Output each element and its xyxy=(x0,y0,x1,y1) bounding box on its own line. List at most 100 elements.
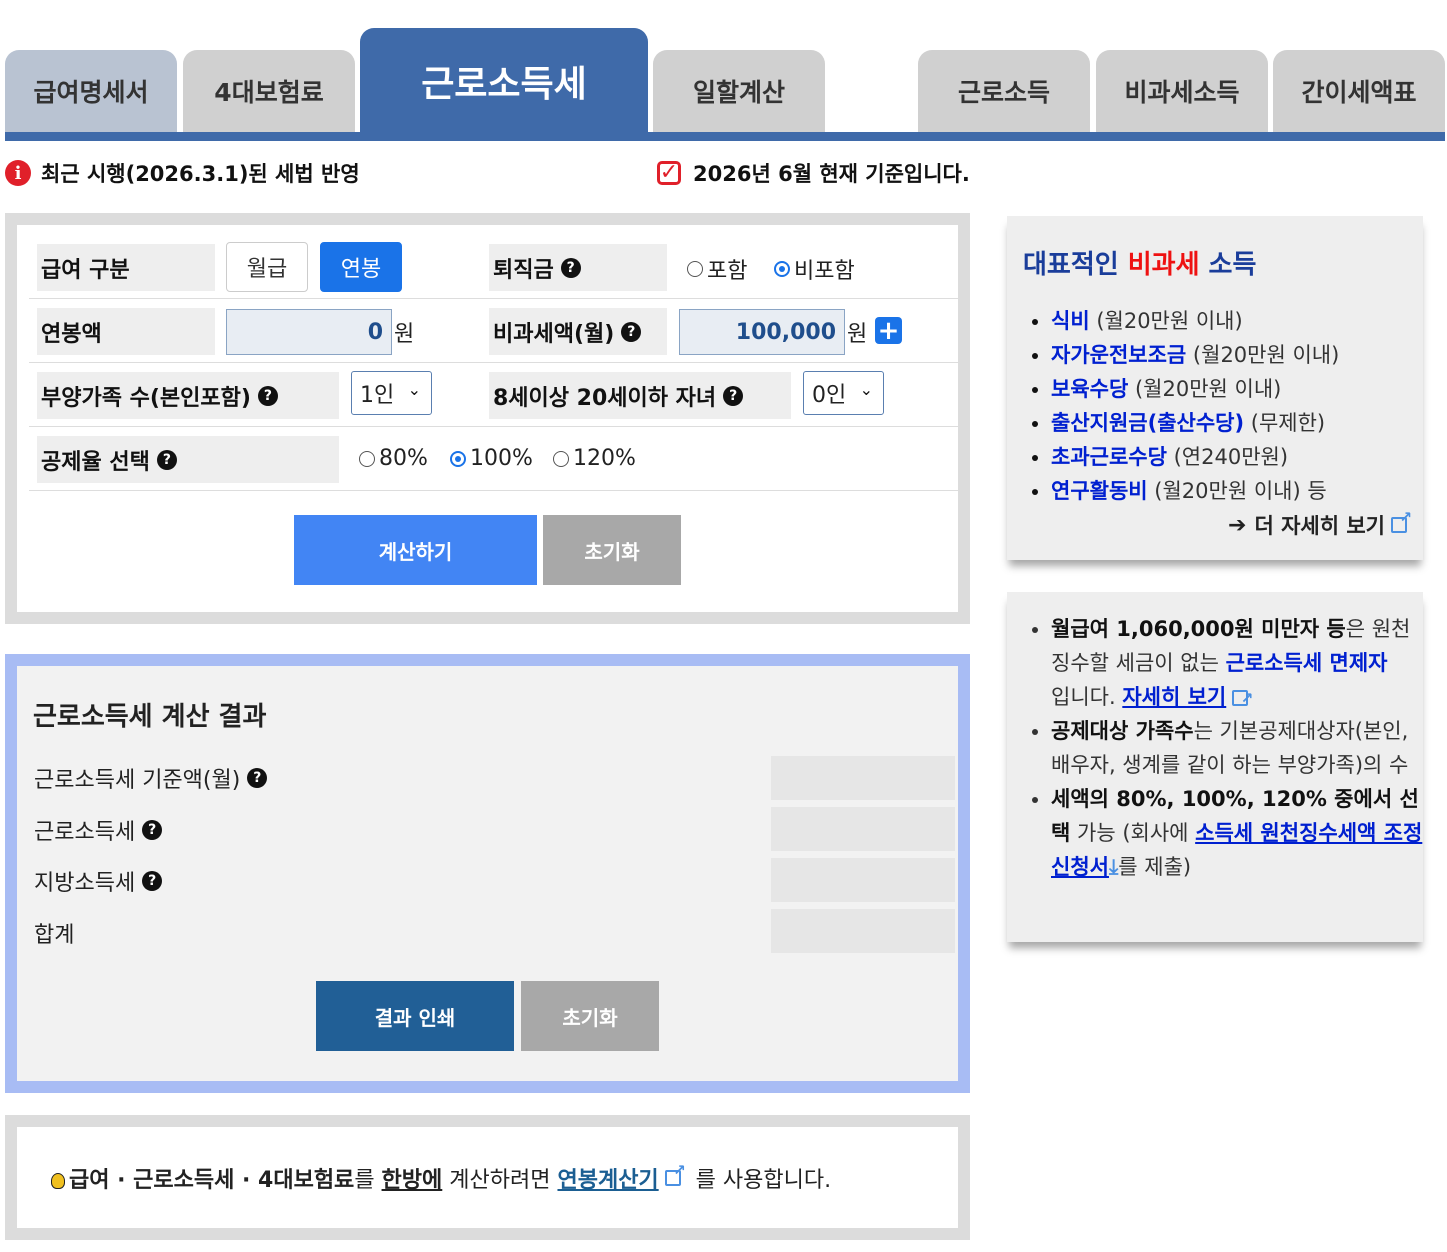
severance-label: 퇴직금? xyxy=(489,244,667,291)
external-link-icon[interactable] xyxy=(664,1161,686,1186)
list-item: 세액의 80%, 100%, 120% 중에서 선택 가능 (회사에 소득세 원… xyxy=(1051,782,1429,884)
divider xyxy=(29,298,958,299)
severance-exclude-radio[interactable]: 비포함 xyxy=(774,253,855,285)
lightbulb-icon xyxy=(51,1172,65,1189)
calculator-form: 급여 구분 월급 연봉 퇴직금? 포함 비포함 연봉액 0 원 비과세액(월)?… xyxy=(17,225,958,612)
result-label-base: 근로소득세 기준액(월)? xyxy=(34,762,268,794)
tip-text: 계산하려면 xyxy=(442,1167,558,1193)
tab-label: 근로소득 xyxy=(957,78,1050,107)
list-item: 월급여 1,060,000원 미만자 등은 원천징수할 세금이 없는 근로소득세… xyxy=(1051,612,1429,715)
nontax-item-link[interactable]: 초과근로수당 xyxy=(1051,445,1167,469)
nontax-item-link[interactable]: 식비 xyxy=(1051,309,1090,333)
salary-unit: 원 xyxy=(394,322,415,347)
annual-salary-button[interactable]: 연봉 xyxy=(320,242,402,292)
radio-icon xyxy=(359,450,375,467)
tip-text: 를 사용합니다. xyxy=(688,1167,832,1193)
tab-label: 4대보험료 xyxy=(214,78,324,107)
nontax-item-link[interactable]: 연구활동비 xyxy=(1051,479,1148,503)
info-icon: i xyxy=(5,160,31,186)
help-icon[interactable]: ? xyxy=(247,768,268,788)
tab-tax-table[interactable]: 간이세액표 xyxy=(1273,50,1445,132)
arrow-right-icon: ➔ xyxy=(1228,512,1247,538)
external-link-icon[interactable] xyxy=(1232,681,1253,715)
rate-label: 공제율 선택? xyxy=(37,436,339,483)
monthly-pay-button[interactable]: 월급 xyxy=(226,242,308,292)
list-item: 초과근로수당 (연240만원) xyxy=(1051,440,1339,474)
children-select[interactable]: 0인 ⌄ xyxy=(803,371,884,415)
radio-icon xyxy=(687,261,703,277)
download-icon[interactable]: ⤓ xyxy=(1109,855,1118,879)
tip-text-bold: 급여 · 근로소득세 · 4대보험료 xyxy=(69,1167,355,1193)
rate-100-radio[interactable]: 100% xyxy=(450,446,533,471)
calculate-button[interactable]: 계산하기 xyxy=(294,515,537,585)
result-reset-button[interactable]: 초기화 xyxy=(521,981,659,1051)
plus-icon[interactable]: + xyxy=(875,317,902,344)
dependents-select[interactable]: 1인 ⌄ xyxy=(351,371,432,415)
help-icon[interactable]: ? xyxy=(723,385,744,406)
nontax-income-box: 대표적인 비과세 소득 식비 (월20만원 이내) 자가운전보조금 (월20만원… xyxy=(1007,216,1423,560)
notes-list: 월급여 1,060,000원 미만자 등은 원천징수할 세금이 없는 근로소득세… xyxy=(1025,612,1429,884)
help-icon[interactable]: ? xyxy=(621,321,642,342)
exemption-link[interactable]: 근로소득세 면제자 xyxy=(1226,651,1388,675)
basis-notice: ✓ 2026년 6월 현재 기준입니다. xyxy=(657,158,970,188)
tab-label: 간이세액표 xyxy=(1301,78,1417,107)
external-link-icon xyxy=(1391,508,1412,533)
severance-include-radio[interactable]: 포함 xyxy=(687,253,747,285)
help-icon[interactable]: ? xyxy=(257,385,278,406)
pay-type-label: 급여 구분 xyxy=(37,244,215,291)
result-value-income-tax xyxy=(771,807,955,851)
calculator-form-panel: 급여 구분 월급 연봉 퇴직금? 포함 비포함 연봉액 0 원 비과세액(월)?… xyxy=(5,213,970,624)
rate-80-radio[interactable]: 80% xyxy=(359,446,428,471)
result-value-total xyxy=(771,909,955,953)
checkbox-check-icon: ✓ xyxy=(657,161,681,185)
divider xyxy=(29,426,958,427)
tab-payslip[interactable]: 급여명세서 xyxy=(5,50,177,132)
result-label-income-tax: 근로소득세? xyxy=(34,814,163,846)
tip-text: 를 xyxy=(354,1167,382,1193)
print-result-button[interactable]: 결과 인쇄 xyxy=(316,981,514,1051)
list-item: 보육수당 (월20만원 이내) xyxy=(1051,372,1339,406)
radio-icon xyxy=(450,450,466,467)
nontax-input[interactable]: 100,000 xyxy=(679,309,845,355)
tab-daily-calc[interactable]: 일할계산 xyxy=(653,50,825,132)
radio-icon xyxy=(774,261,790,277)
tab-insurance[interactable]: 4대보험료 xyxy=(183,50,355,132)
nontax-unit: 원 xyxy=(847,322,868,347)
form-reset-button[interactable]: 초기화 xyxy=(543,515,681,585)
help-icon[interactable]: ? xyxy=(142,871,163,891)
tip-content: 급여 · 근로소득세 · 4대보험료 를 한방에 계산하려면 연봉계산기 를 사… xyxy=(17,1127,958,1228)
detail-link[interactable]: 자세히 보기 xyxy=(1122,685,1226,709)
divider xyxy=(29,362,958,363)
nontax-list: 식비 (월20만원 이내) 자가운전보조금 (월20만원 이내) 보육수당 (월… xyxy=(1025,304,1339,508)
nontax-item-link[interactable]: 출산지원금(출산수당) xyxy=(1051,411,1244,435)
help-icon[interactable]: ? xyxy=(560,257,581,278)
salary-input[interactable]: 0 xyxy=(226,309,392,355)
list-item: 공제대상 가족수는 기본공제대상자(본인, 배우자, 생계를 같이 하는 부양가… xyxy=(1051,714,1429,782)
tab-nontax-income[interactable]: 비과세소득 xyxy=(1096,50,1268,132)
tab-earned-income[interactable]: 근로소득 xyxy=(918,50,1090,132)
salary-calculator-link[interactable]: 연봉계산기 xyxy=(557,1162,658,1194)
divider xyxy=(29,490,958,491)
basis-notice-text: 2026년 6월 현재 기준입니다. xyxy=(693,162,970,186)
nontax-label: 비과세액(월)? xyxy=(489,308,667,355)
rate-120-radio[interactable]: 120% xyxy=(553,446,636,471)
nontax-item-link[interactable]: 보육수당 xyxy=(1051,377,1128,401)
result-title: 근로소득세 계산 결과 xyxy=(33,702,267,732)
list-item: 자가운전보조금 (월20만원 이내) xyxy=(1051,338,1339,372)
children-label: 8세이상 20세이하 자녀? xyxy=(489,372,791,419)
tab-income-tax[interactable]: 근로소득세 xyxy=(360,28,648,134)
result-label-local-tax: 지방소득세? xyxy=(34,865,163,897)
help-icon[interactable]: ? xyxy=(156,449,177,470)
radio-icon xyxy=(553,450,569,467)
tip-panel: 급여 · 근로소득세 · 4대보험료 를 한방에 계산하려면 연봉계산기 를 사… xyxy=(5,1115,970,1240)
tab-label: 일할계산 xyxy=(692,78,785,107)
result-content: 근로소득세 계산 결과 근로소득세 기준액(월)? 근로소득세? 지방소득세? … xyxy=(17,666,958,1081)
salary-label: 연봉액 xyxy=(37,308,215,355)
help-icon[interactable]: ? xyxy=(142,820,163,840)
law-notice: i 최근 시행(2026.3.1)된 세법 반영 xyxy=(5,158,360,188)
notes-box: 월급여 1,060,000원 미만자 등은 원천징수할 세금이 없는 근로소득세… xyxy=(1007,592,1423,942)
more-link[interactable]: ➔ 더 자세히 보기 xyxy=(1228,508,1412,540)
tab-label: 급여명세서 xyxy=(33,78,149,107)
list-item: 연구활동비 (월20만원 이내) 등 xyxy=(1051,474,1339,508)
nontax-item-link[interactable]: 자가운전보조금 xyxy=(1051,343,1186,367)
